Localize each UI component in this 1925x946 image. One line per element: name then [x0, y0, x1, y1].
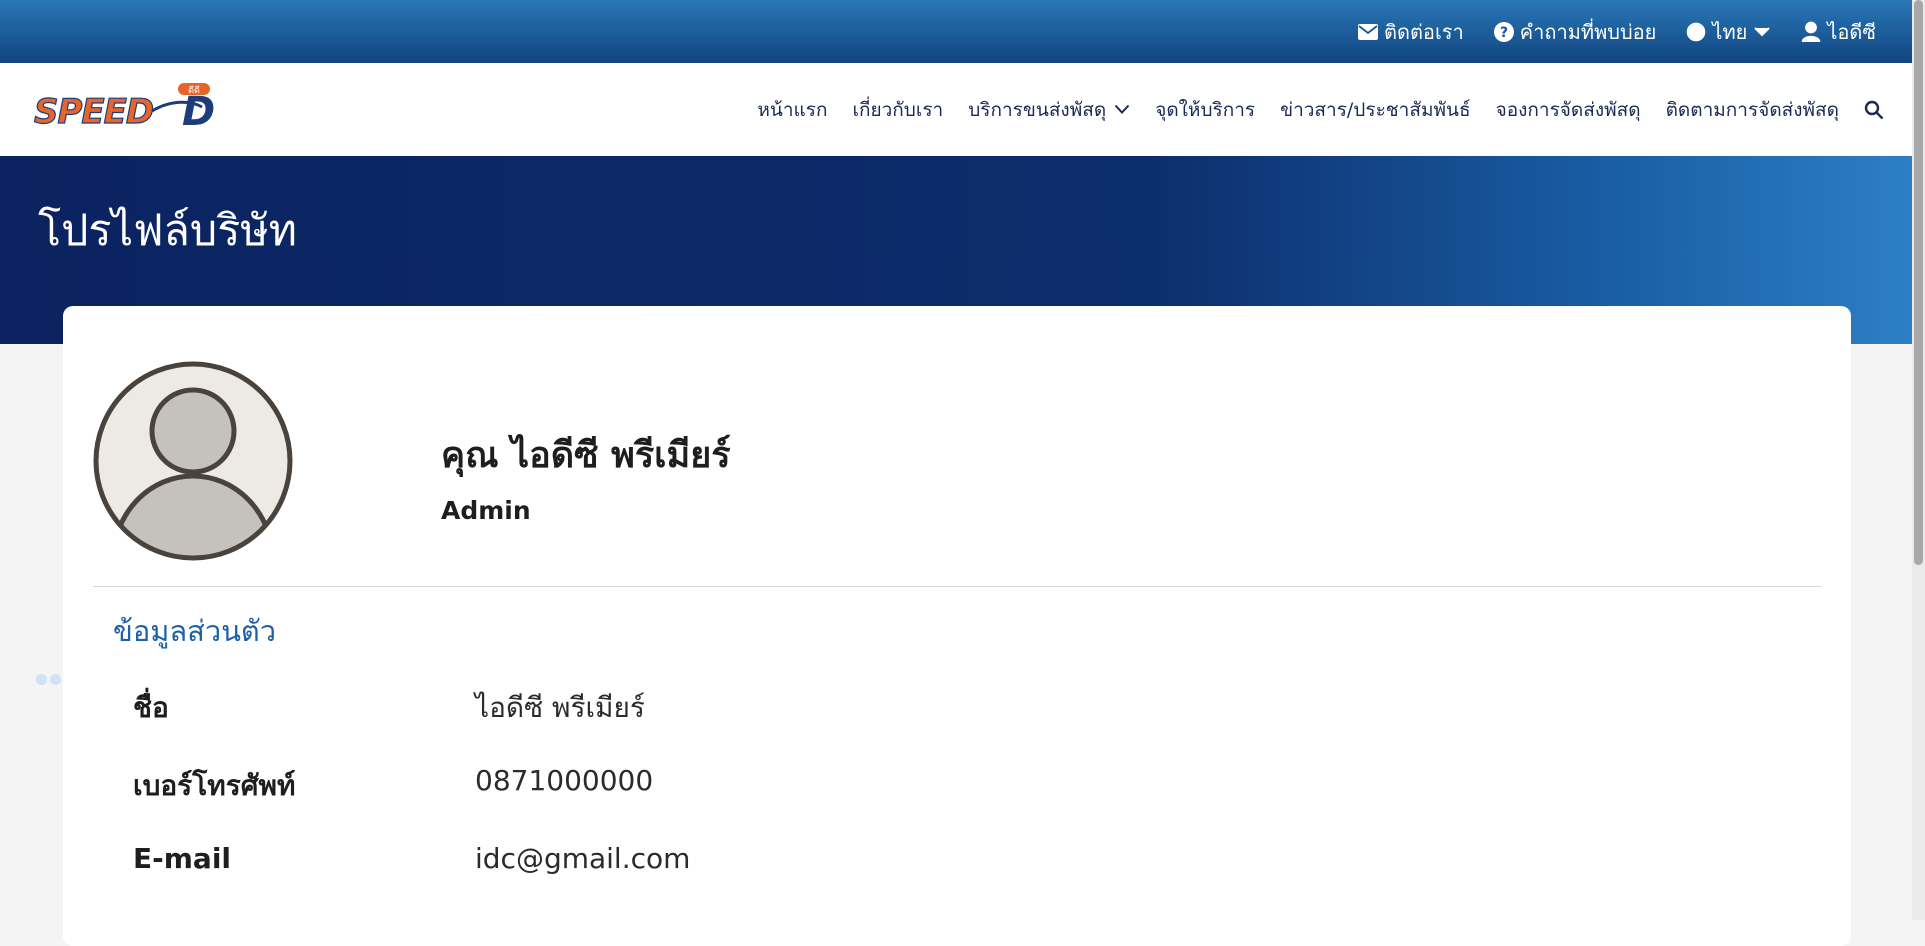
speed-d-logo[interactable]: SPEED D ดีดี [32, 81, 230, 137]
main-nav: หน้าแรก เกี่ยวกับเรา บริการขนส่งพัสดุ จุ… [757, 63, 1884, 156]
faq-link[interactable]: ? คำถามที่พบบ่อย [1493, 16, 1657, 48]
divider [93, 586, 1821, 587]
field-value: idc@gmail.com [475, 842, 691, 875]
user-menu[interactable]: ไอดีซี [1801, 16, 1876, 48]
nav-about[interactable]: เกี่ยวกับเรา [852, 95, 943, 125]
field-label: E-mail [133, 842, 232, 875]
nav-services[interactable]: บริการขนส่งพัสดุ [968, 95, 1130, 125]
nav-news[interactable]: ข่าวสาร/ประชาสัมพันธ์ [1280, 95, 1470, 125]
user-label: ไอดีซี [1827, 19, 1876, 44]
field-value: ไอดีซี พรีเมียร์ [475, 691, 645, 724]
contact-label: ติดต่อเรา [1383, 19, 1464, 44]
nav-book-delivery[interactable]: จองการจัดส่งพัสดุ [1496, 95, 1641, 125]
dot [50, 674, 61, 685]
envelope-icon [1357, 23, 1378, 40]
main-navbar: SPEED D ดีดี หน้าแรก เกี่ยวกับเรา บริการ… [0, 63, 1912, 156]
nav-service-points[interactable]: จุดให้บริการ [1155, 95, 1255, 125]
language-selector[interactable]: ไทย [1686, 16, 1771, 48]
section-title-personal-info: ข้อมูลส่วนตัว [113, 614, 277, 648]
profile-role: Admin [441, 496, 531, 525]
field-value: 0871000000 [475, 764, 654, 797]
decorative-dots [36, 674, 61, 685]
top-utility-bar: ติดต่อเรา ? คำถามที่พบบ่อย ไทย ไอดีซี [0, 0, 1912, 63]
avatar [93, 361, 293, 561]
profile-card: คุณ ไอดีซี พรีเมียร์ Admin ข้อมูลส่วนตัว… [63, 306, 1851, 946]
globe-icon [1687, 22, 1706, 41]
search-icon[interactable] [1864, 100, 1884, 120]
chevron-down-icon [1754, 26, 1771, 36]
page-title: โปรไฟล์บริษัท [38, 206, 297, 256]
language-label: ไทย [1712, 19, 1748, 44]
chevron-down-icon [1114, 104, 1130, 114]
profile-name: คุณ ไอดีซี พรีเมียร์ [441, 435, 731, 476]
field-label: ชื่อ [133, 691, 169, 724]
user-icon [1801, 21, 1821, 42]
page-scrollbar[interactable] [1912, 0, 1925, 920]
nav-track-delivery[interactable]: ติดตามการจัดส่งพัสดุ [1666, 95, 1839, 125]
svg-text:?: ? [1500, 25, 1508, 41]
nav-home[interactable]: หน้าแรก [757, 95, 827, 125]
info-row-phone: เบอร์โทรศัพท์ 0871000000 [133, 764, 1333, 804]
contact-link[interactable]: ติดต่อเรา [1357, 16, 1464, 48]
info-row-email: E-mail idc@gmail.com [133, 842, 1333, 882]
info-row-name: ชื่อ ไอดีซี พรีเมียร์ [133, 686, 1333, 726]
field-label: เบอร์โทรศัพท์ [133, 769, 296, 802]
logo-badge: ดีดี [188, 85, 200, 96]
faq-label: คำถามที่พบบ่อย [1519, 19, 1657, 44]
logo-word: SPEED [34, 92, 153, 132]
question-circle-icon: ? [1493, 21, 1514, 42]
scrollbar-thumb[interactable] [1914, 0, 1923, 565]
nav-services-label: บริการขนส่งพัสดุ [968, 98, 1107, 121]
dot [36, 674, 47, 685]
